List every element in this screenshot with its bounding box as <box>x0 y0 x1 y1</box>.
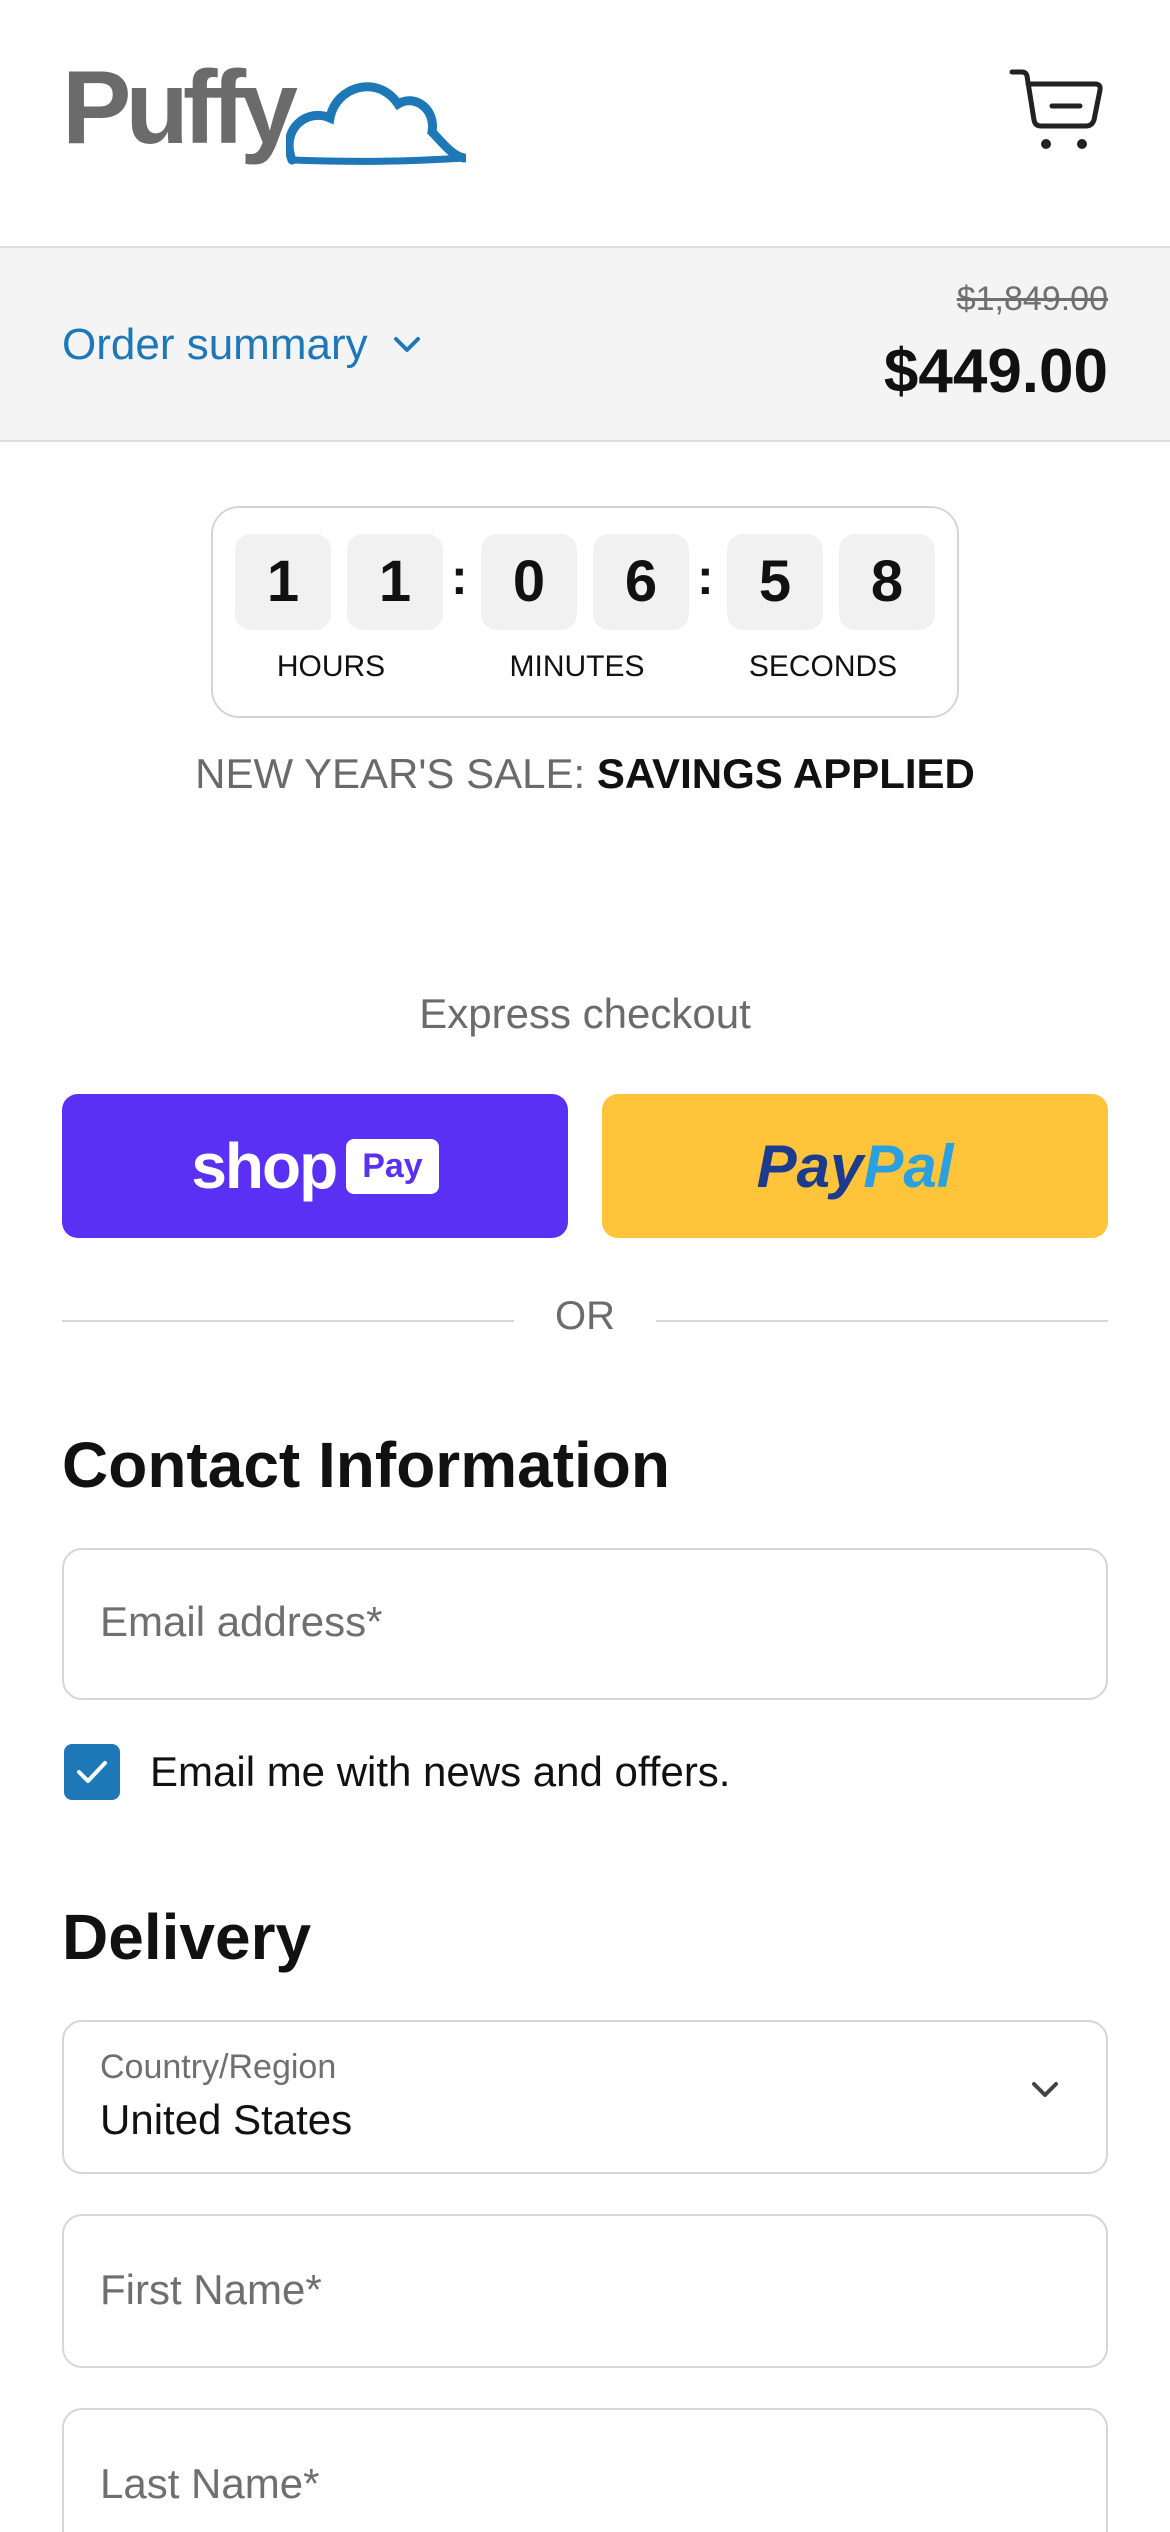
total-price: $449.00 <box>883 337 1108 406</box>
chevron-down-icon <box>393 337 420 352</box>
sale-prefix: NEW YEAR'S SALE: <box>195 750 597 797</box>
newsletter-label: Email me with news and offers. <box>150 1748 731 1795</box>
timer-separator: : <box>451 549 468 605</box>
cart-icon <box>1009 69 1103 149</box>
puffy-logo[interactable]: Puffy <box>62 50 466 166</box>
header: Puffy <box>0 0 1170 248</box>
or-divider-text: OR <box>555 1294 615 1338</box>
seconds-label: SECONDS <box>748 650 898 683</box>
shop-pay-badge: Pay <box>346 1138 439 1194</box>
first-name-placeholder: First Name* <box>100 2266 322 2313</box>
country-value: United States <box>100 2096 353 2143</box>
logo-wordmark: Puffy <box>62 50 298 166</box>
order-summary-label: Order summary <box>62 320 368 369</box>
first-name-field[interactable]: First Name* <box>62 2214 1108 2368</box>
timer-separator: : <box>697 549 714 605</box>
sale-banner: NEW YEAR'S SALE: SAVINGS APPLIED <box>0 750 1170 798</box>
order-summary-toggle[interactable]: Order summary <box>62 320 422 370</box>
minutes-label: MINUTES <box>509 650 645 683</box>
minutes-digit-2: 6 <box>593 534 689 630</box>
checkmark-icon <box>77 1761 107 1783</box>
last-name-field[interactable]: Last Name* <box>62 2408 1108 2532</box>
shop-pay-button[interactable]: shop Pay <box>62 1094 568 1238</box>
last-name-placeholder: Last Name* <box>100 2460 320 2507</box>
cloud-logo-icon <box>286 82 466 165</box>
paypal-wordmark-pal: Pal <box>863 1132 954 1200</box>
email-field[interactable]: Email address* <box>62 1548 1108 1700</box>
order-summary-bar: Order summary $1,849.00 $449.00 <box>0 248 1170 442</box>
original-price: $1,849.00 <box>956 280 1108 318</box>
minutes-digit-1: 0 <box>481 534 577 630</box>
paypal-button[interactable]: Pay Pal <box>602 1094 1108 1238</box>
country-label: Country/Region <box>100 2048 337 2086</box>
shop-pay-wordmark: shop <box>191 1130 338 1202</box>
sale-highlight: SAVINGS APPLIED <box>596 750 975 797</box>
countdown-timer: 1 1 : 0 6 : 5 8 HOURS MINUTES SECONDS <box>211 506 959 718</box>
seconds-digit-1: 5 <box>727 534 823 630</box>
seconds-digit-2: 8 <box>839 534 935 630</box>
express-checkout-title: Express checkout <box>419 990 751 1037</box>
country-select[interactable]: Country/Region United States <box>62 2020 1108 2174</box>
chevron-down-icon <box>1032 2082 1058 2097</box>
hours-label: HOURS <box>276 650 386 683</box>
cart-button[interactable] <box>1008 66 1104 156</box>
paypal-wordmark-pay: Pay <box>756 1132 864 1200</box>
newsletter-checkbox[interactable] <box>64 1744 120 1800</box>
hours-digit-2: 1 <box>347 534 443 630</box>
hours-digit-1: 1 <box>235 534 331 630</box>
email-placeholder: Email address* <box>100 1598 383 1645</box>
contact-heading: Contact Information <box>62 1429 670 1501</box>
delivery-heading: Delivery <box>62 1901 312 1973</box>
